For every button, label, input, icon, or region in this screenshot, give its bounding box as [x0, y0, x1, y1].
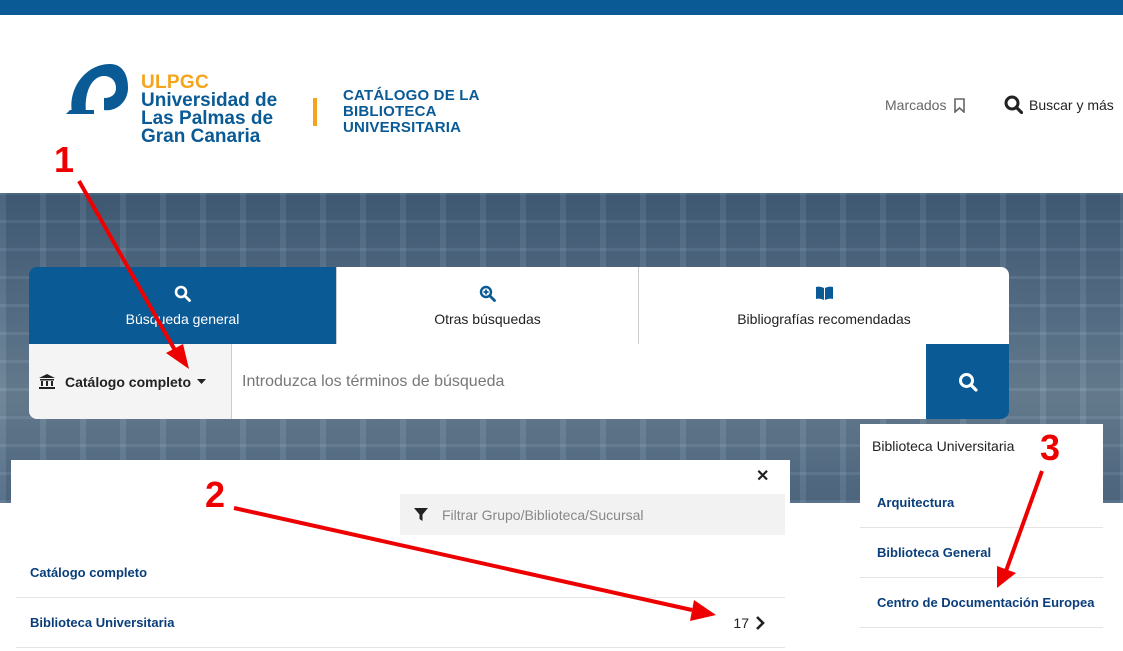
- arrow-1: [77, 180, 189, 369]
- annotation-arrows: [77, 180, 1044, 621]
- arrow-2: [233, 506, 716, 621]
- arrow-3: [997, 470, 1044, 588]
